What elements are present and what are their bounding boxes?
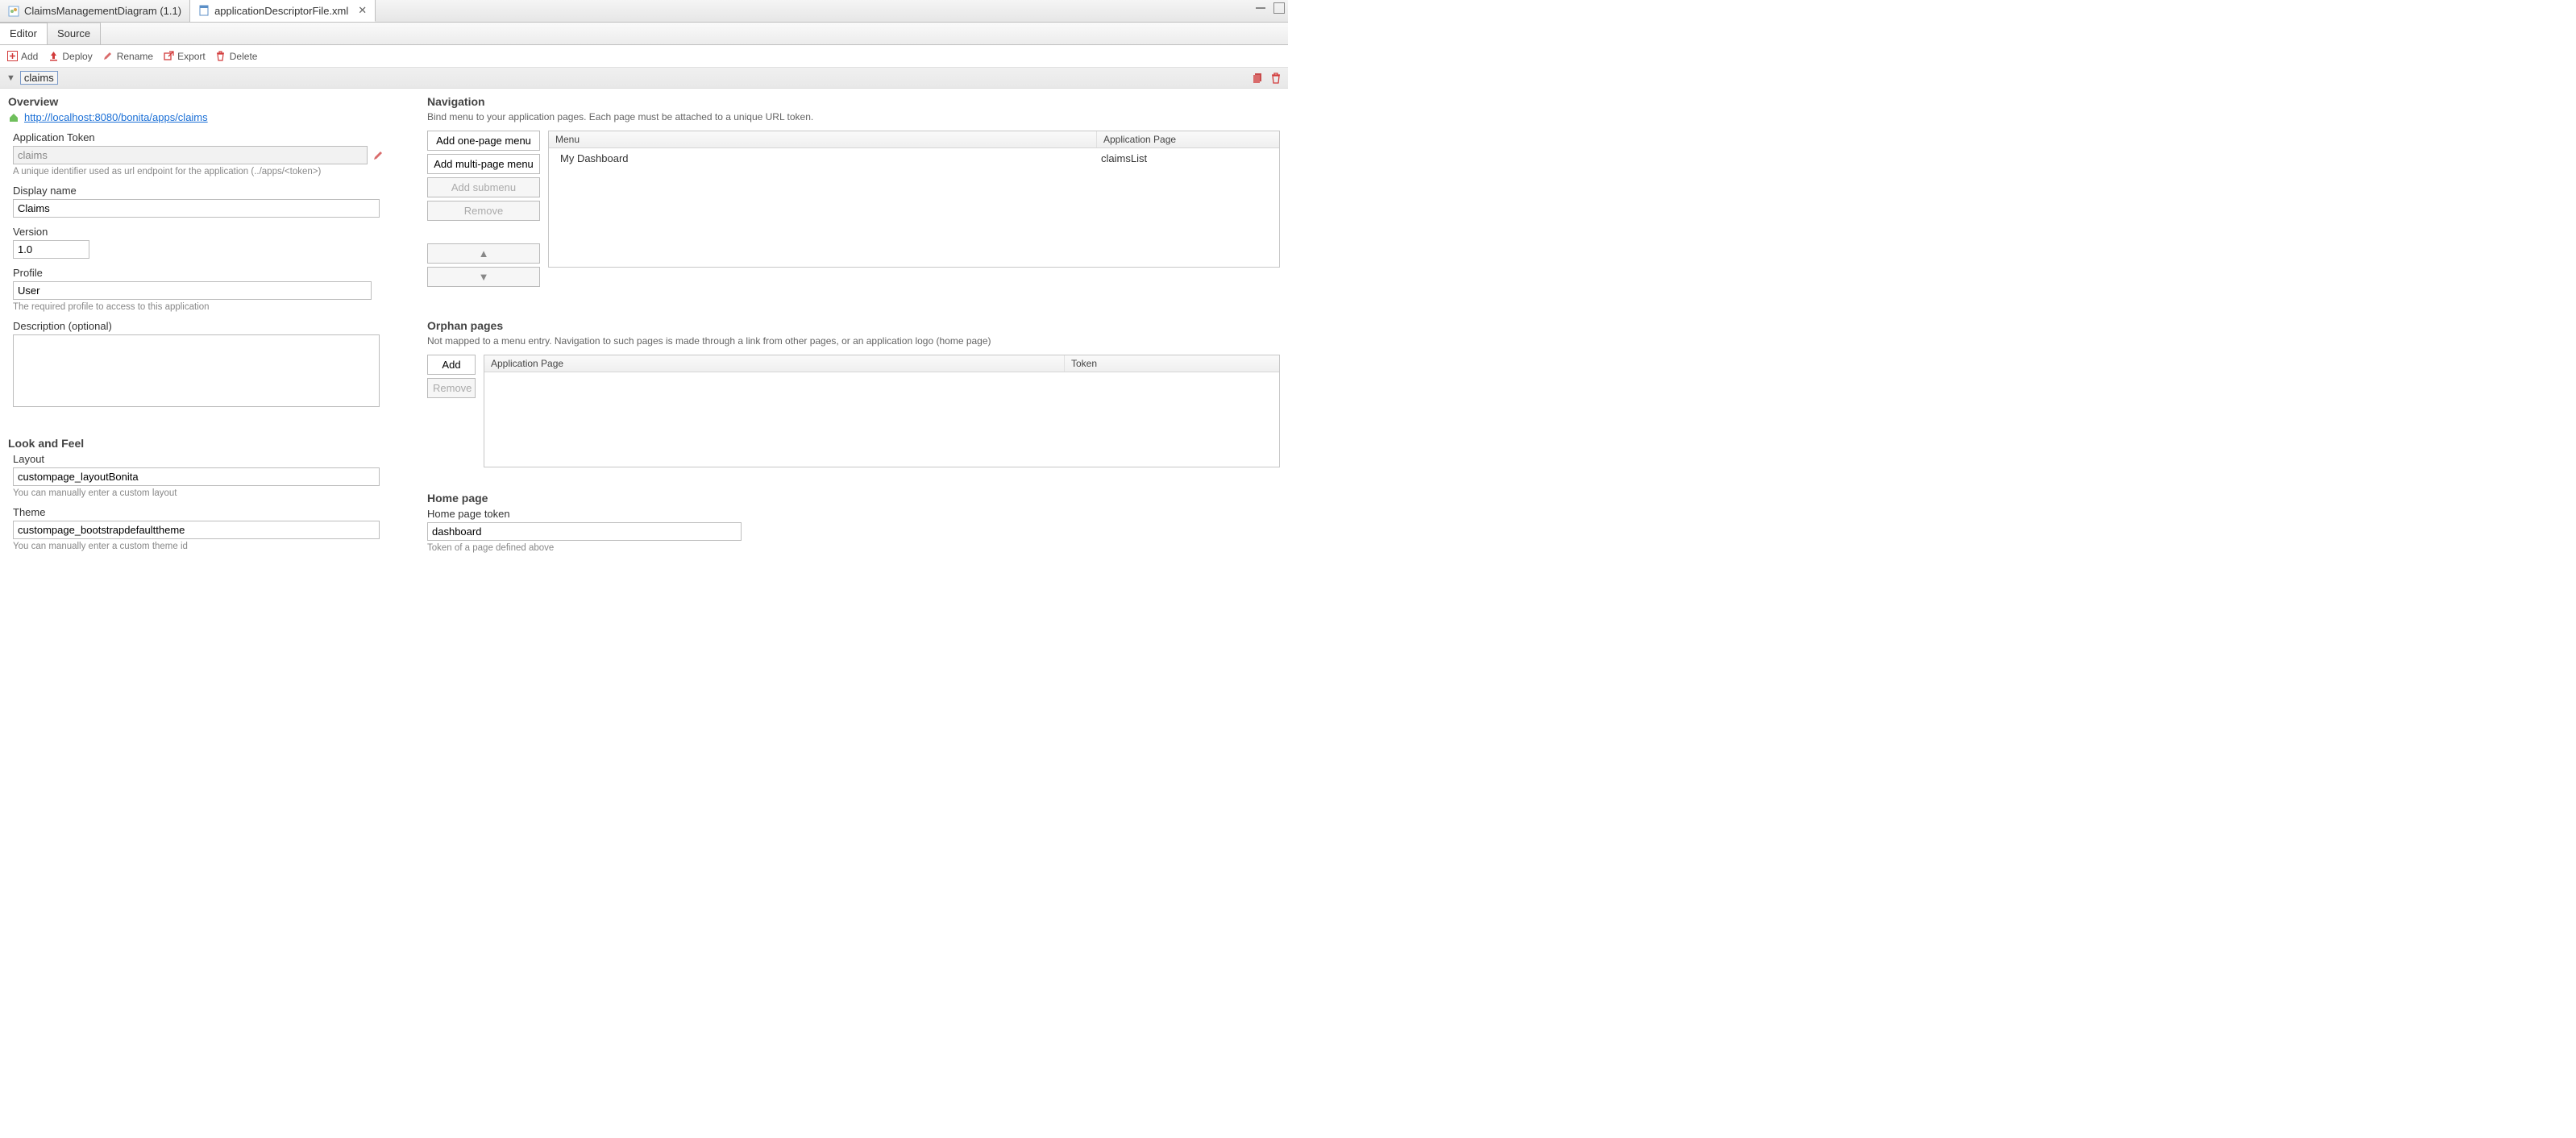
rename-label: Rename [117,51,153,62]
window-controls [1256,2,1285,14]
orphan-table[interactable]: Application Page Token [484,355,1280,467]
overview-heading: Overview [8,95,395,108]
deploy-button[interactable]: Deploy [48,51,92,62]
tab-diagram[interactable]: ClaimsManagementDiagram (1.1) [0,0,190,22]
orphan-heading: Orphan pages [427,319,1280,332]
profile-hint: The required profile to access to this a… [13,302,395,312]
delete-icon [215,51,226,62]
home-token-hint: Token of a page defined above [427,543,1280,553]
subtab-editor[interactable]: Editor [0,23,48,44]
move-down-button: ▼ [427,267,540,287]
orphan-add-button[interactable]: Add [427,355,476,375]
app-title: claims [20,71,58,85]
token-label: Application Token [13,131,395,143]
add-multi-page-menu-button[interactable]: Add multi-page menu [427,154,540,174]
orphan-col-page: Application Page [484,355,1065,372]
nav-desc: Bind menu to your application pages. Eac… [427,111,1280,123]
display-name-label: Display name [13,185,395,197]
minimize-icon[interactable] [1256,2,1265,9]
theme-input[interactable] [13,521,380,539]
export-label: Export [177,51,206,62]
table-row[interactable]: My Dashboard claimsList [549,148,1279,168]
tab-descriptor-label: applicationDescriptorFile.xml [214,5,348,17]
layout-hint: You can manually enter a custom layout [13,488,395,498]
deploy-icon [48,51,59,62]
profile-input[interactable] [13,281,372,300]
nav-row-page: claimsList [1097,151,1279,166]
version-input[interactable] [13,240,89,259]
home-token-label: Home page token [427,508,1280,520]
close-icon[interactable]: ✕ [358,4,367,17]
nav-table[interactable]: Menu Application Page My Dashboard claim… [548,131,1280,268]
add-one-page-menu-button[interactable]: Add one-page menu [427,131,540,151]
delete-button[interactable]: Delete [215,51,258,62]
remove-menu-button: Remove [427,201,540,221]
delete-label: Delete [230,51,258,62]
layout-label: Layout [13,453,395,465]
token-input [13,146,368,164]
tab-descriptor[interactable]: applicationDescriptorFile.xml ✕ [190,0,376,22]
maximize-icon[interactable] [1273,2,1285,14]
nav-col-menu: Menu [549,131,1097,147]
orphan-col-token: Token [1065,355,1279,372]
orphan-desc: Not mapped to a menu entry. Navigation t… [427,335,1280,347]
trash-icon[interactable] [1270,73,1282,84]
home-heading: Home page [427,492,1280,505]
layout-input[interactable] [13,467,380,486]
xml-file-icon [198,5,210,16]
lookfeel-heading: Look and Feel [8,437,395,450]
toolbar: Add Deploy Rename Export Delete [0,45,1288,68]
subtab-bar: Editor Source [0,23,1288,45]
profile-label: Profile [13,267,395,279]
subtab-source[interactable]: Source [48,23,101,44]
edit-token-icon[interactable] [372,150,384,161]
rename-button[interactable]: Rename [102,51,153,62]
theme-hint: You can manually enter a custom theme id [13,542,395,551]
nav-row-menu: My Dashboard [549,151,1097,166]
orphan-remove-button: Remove [427,378,476,398]
export-icon [163,51,174,62]
description-label: Description (optional) [13,320,395,332]
diagram-icon [8,6,19,17]
twisty-icon[interactable]: ▼ [6,73,15,83]
app-header: ▼ claims [0,68,1288,89]
version-label: Version [13,226,395,238]
add-icon [6,51,18,62]
add-button[interactable]: Add [6,51,38,62]
editor-tabbar: ClaimsManagementDiagram (1.1) applicatio… [0,0,1288,23]
deploy-label: Deploy [62,51,92,62]
tab-diagram-label: ClaimsManagementDiagram (1.1) [24,5,181,17]
display-name-input[interactable] [13,199,380,218]
move-up-button: ▲ [427,243,540,264]
nav-col-page: Application Page [1097,131,1279,147]
theme-label: Theme [13,506,395,518]
nav-heading: Navigation [427,95,1280,108]
add-label: Add [21,51,38,62]
copy-icon[interactable] [1253,73,1264,84]
app-url-link[interactable]: http://localhost:8080/bonita/apps/claims [24,111,208,123]
token-hint: A unique identifier used as url endpoint… [13,167,395,177]
export-button[interactable]: Export [163,51,206,62]
home-icon [8,112,19,123]
description-input[interactable] [13,334,380,407]
add-submenu-button: Add submenu [427,177,540,197]
rename-icon [102,51,114,62]
home-token-input[interactable] [427,522,742,541]
